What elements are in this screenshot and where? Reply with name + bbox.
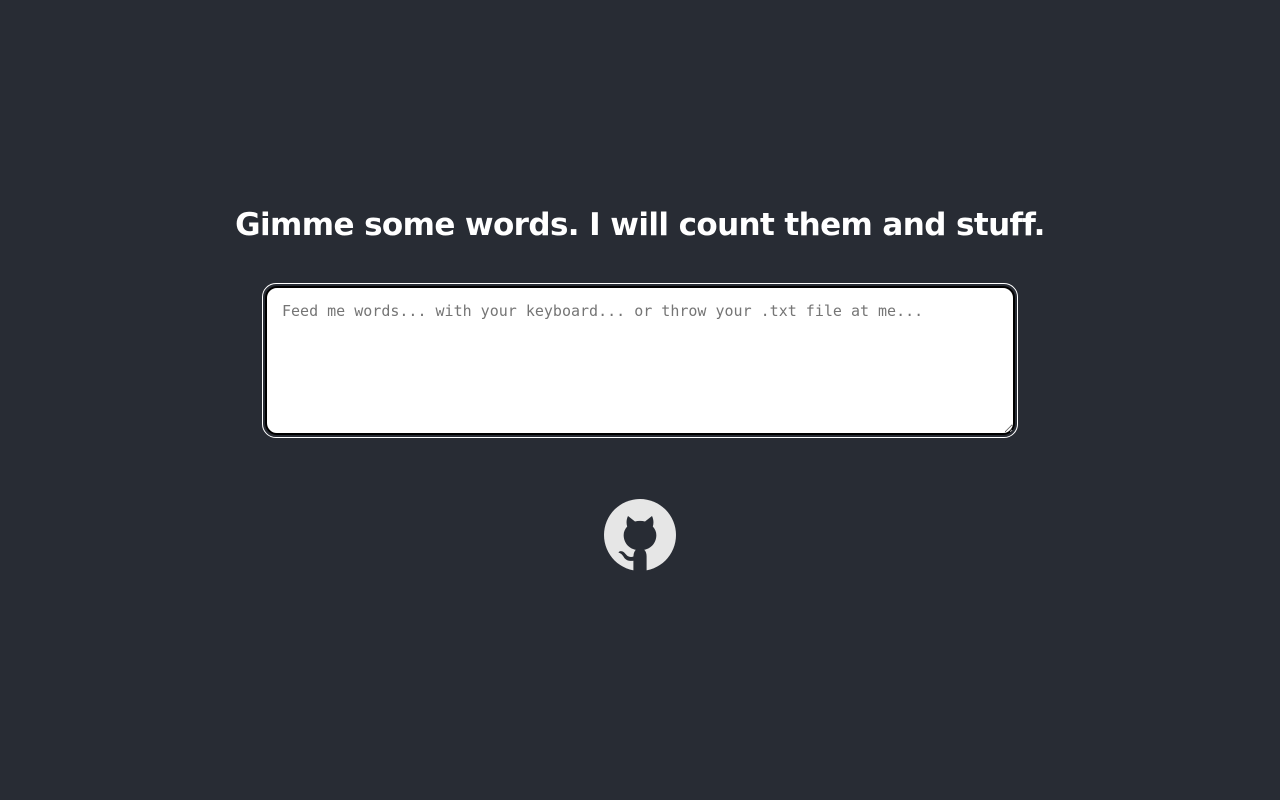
github-link[interactable] xyxy=(604,499,676,571)
word-input-frame xyxy=(262,283,1018,438)
word-input[interactable] xyxy=(265,286,1015,435)
github-icon xyxy=(604,499,676,571)
page: Gimme some words. I will count them and … xyxy=(0,0,1280,800)
page-title: Gimme some words. I will count them and … xyxy=(235,207,1045,243)
